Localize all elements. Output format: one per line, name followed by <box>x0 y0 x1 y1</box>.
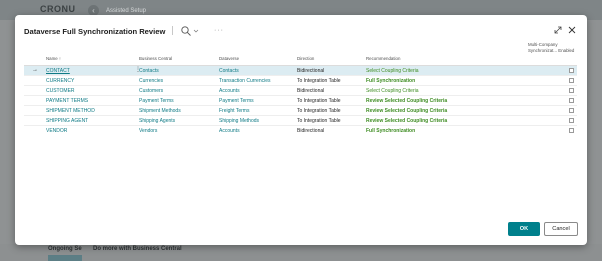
app-logo: CRONU <box>40 4 76 14</box>
chevron-down-icon[interactable] <box>193 28 199 34</box>
multi-company-checkbox[interactable] <box>569 118 574 123</box>
background-footer <box>0 244 602 261</box>
direction-cell: To Integration Table <box>297 117 341 124</box>
name-cell[interactable]: CURRENCY <box>46 78 74 84</box>
dataverse-cell[interactable]: Contacts <box>219 68 239 74</box>
name-cell[interactable]: VENDOR <box>46 128 67 134</box>
search-icon[interactable] <box>180 25 192 37</box>
dataverse-cell[interactable]: Payment Terms <box>219 98 254 104</box>
multi-company-checkbox[interactable] <box>569 68 574 73</box>
name-cell[interactable]: PAYMENT TERMS <box>46 98 88 104</box>
direction-cell: To Integration Table <box>297 77 341 84</box>
name-cell[interactable]: CUSTOMER <box>46 88 75 94</box>
sync-review-dialog: Dataverse Full Synchronization Review ··… <box>15 15 587 245</box>
table-row[interactable]: CURRENCY Currencies Transaction Currenci… <box>24 76 577 85</box>
name-cell[interactable]: SHIPMENT METHOD <box>46 108 95 114</box>
more-options-icon[interactable]: ··· <box>214 27 224 34</box>
direction-cell: Bidirectional <box>297 127 325 134</box>
table-row[interactable]: SHIPMENT METHOD Shipment Methods Freight… <box>24 106 577 115</box>
column-header-multi-company[interactable]: Multi-Company Synchronizat... Enabled <box>528 42 576 53</box>
recommendation-cell[interactable]: Review Selected Coupling Criteria <box>366 108 447 114</box>
dataverse-cell[interactable]: Accounts <box>219 128 240 134</box>
direction-cell: Bidirectional <box>297 67 325 74</box>
recommendation-cell[interactable]: Select Coupling Criteria <box>366 88 419 94</box>
dialog-title: Dataverse Full Synchronization Review <box>24 27 166 36</box>
business-central-cell[interactable]: Shipping Agents <box>139 118 175 124</box>
recommendation-cell[interactable]: Full Synchronization <box>366 78 415 84</box>
direction-cell: To Integration Table <box>297 107 341 114</box>
title-divider <box>172 26 173 35</box>
column-header-recommendation[interactable]: Recommendation <box>366 56 400 61</box>
multi-company-checkbox[interactable] <box>569 108 574 113</box>
dataverse-cell[interactable]: Freight Terms <box>219 108 249 114</box>
close-icon[interactable] <box>567 25 577 35</box>
business-central-cell[interactable]: Customers <box>139 88 163 94</box>
ok-button[interactable]: OK <box>508 222 540 236</box>
recommendation-cell[interactable]: Select Coupling Criteria <box>366 68 419 74</box>
multi-company-checkbox[interactable] <box>569 98 574 103</box>
business-central-cell[interactable]: Contacts <box>139 68 159 74</box>
column-header-name[interactable]: Name ↑ <box>46 56 61 61</box>
column-header-dataverse[interactable]: Dataverse <box>219 56 239 61</box>
name-cell[interactable]: SHIPPING AGENT <box>46 118 88 124</box>
business-central-cell[interactable]: Currencies <box>139 78 163 84</box>
table-row[interactable]: VENDOR Vendors Accounts Bidirectional Fu… <box>24 126 577 135</box>
multi-company-checkbox[interactable] <box>569 128 574 133</box>
background-section-label: Ongoing Se <box>48 246 82 252</box>
business-central-cell[interactable]: Vendors <box>139 128 157 134</box>
name-cell[interactable]: CONTACT <box>46 68 70 74</box>
table-row[interactable]: PAYMENT TERMS Payment Terms Payment Term… <box>24 96 577 105</box>
table-row[interactable]: CUSTOMER Customers Accounts Bidirectiona… <box>24 86 577 95</box>
background-promo-label: Do more with Business Central <box>93 246 182 252</box>
multi-company-checkbox[interactable] <box>569 78 574 83</box>
business-central-cell[interactable]: Shipment Methods <box>139 108 181 114</box>
background-tile <box>48 255 82 261</box>
breadcrumb: Assisted Setup <box>106 8 147 14</box>
direction-cell: To Integration Table <box>297 97 341 104</box>
direction-cell: Bidirectional <box>297 87 325 94</box>
recommendation-cell[interactable]: Review Selected Coupling Criteria <box>366 98 447 104</box>
column-header-direction[interactable]: Direction <box>297 56 314 61</box>
table-row[interactable]: SHIPPING AGENT Shipping Agents Shipping … <box>24 116 577 125</box>
recommendation-cell[interactable]: Review Selected Coupling Criteria <box>366 118 447 124</box>
cancel-button[interactable]: Cancel <box>544 222 578 236</box>
row-selected-arrow-icon: → <box>32 66 38 73</box>
dataverse-cell[interactable]: Accounts <box>219 88 240 94</box>
dataverse-cell[interactable]: Transaction Currencies <box>219 78 271 84</box>
table-row[interactable]: → CONTACT ⋮ Contacts Contacts Bidirectio… <box>24 66 577 75</box>
recommendation-cell[interactable]: Full Synchronization <box>366 128 415 134</box>
business-central-cell[interactable]: Payment Terms <box>139 98 174 104</box>
column-header-business-central[interactable]: Business Central <box>139 56 172 61</box>
expand-icon[interactable] <box>553 25 563 35</box>
dataverse-cell[interactable]: Shipping Methods <box>219 118 259 124</box>
multi-company-checkbox[interactable] <box>569 88 574 93</box>
